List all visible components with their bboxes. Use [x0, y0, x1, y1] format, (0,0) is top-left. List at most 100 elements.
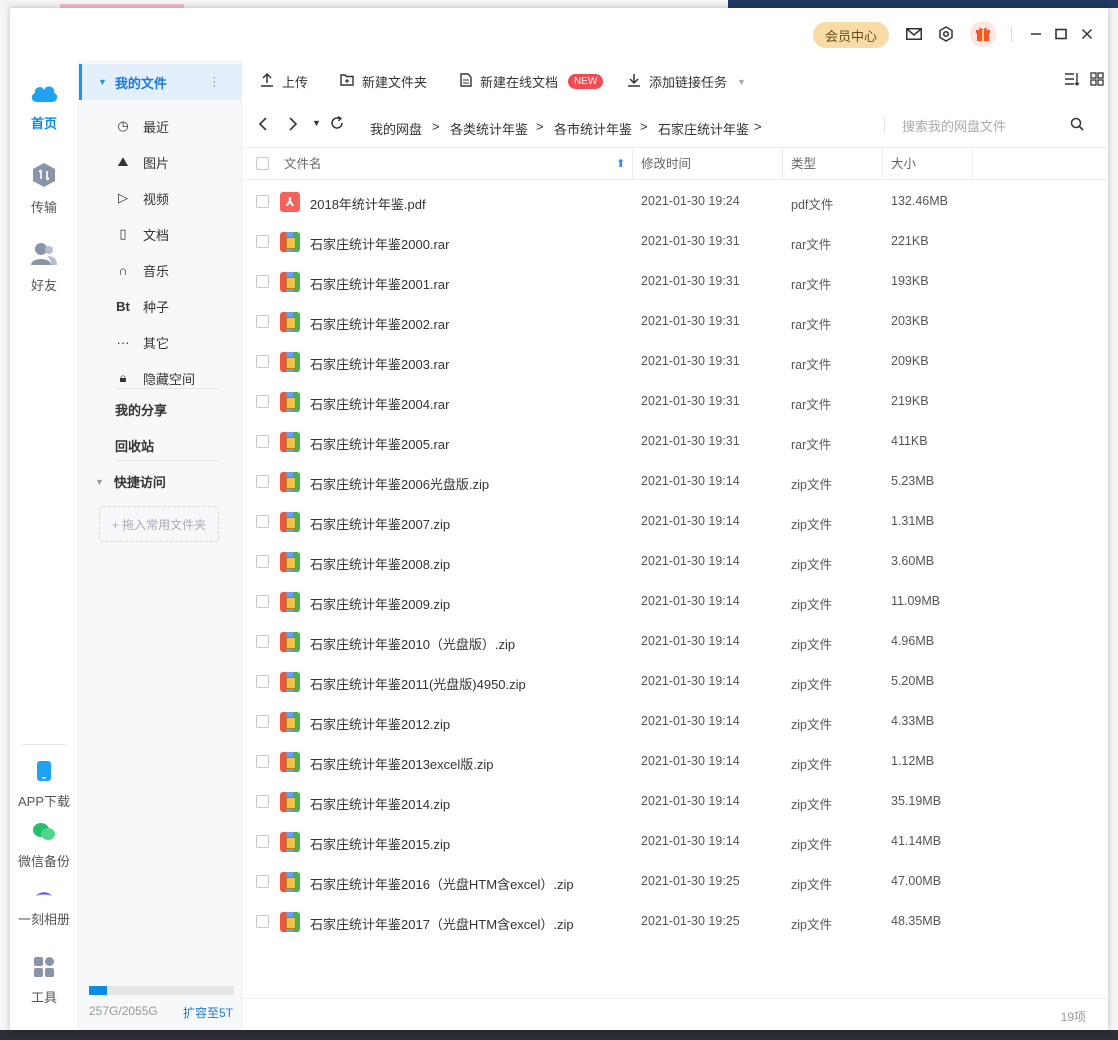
sort-ascending-icon[interactable]: ⬆	[616, 148, 625, 180]
breadcrumb-item[interactable]: 各类统计年鉴	[450, 119, 528, 138]
file-name[interactable]: 石家庄统计年鉴2012.zip	[310, 714, 450, 733]
column-header-size[interactable]: 大小	[891, 148, 916, 180]
row-checkbox[interactable]	[256, 835, 269, 848]
row-checkbox[interactable]	[256, 235, 269, 248]
row-checkbox[interactable]	[256, 795, 269, 808]
row-checkbox[interactable]	[256, 875, 269, 888]
file-name[interactable]: 石家庄统计年鉴2011(光盘版)4950.zip	[310, 674, 526, 693]
file-name[interactable]: 石家庄统计年鉴2014.zip	[310, 794, 450, 813]
new-folder-button[interactable]: 新建文件夹	[340, 72, 427, 91]
rail-friends[interactable]: 好友	[10, 242, 78, 294]
row-checkbox[interactable]	[256, 195, 269, 208]
breadcrumb-item[interactable]: 我的网盘	[370, 119, 422, 138]
table-row[interactable]: 石家庄统计年鉴2002.rar 2021-01-30 19:31 rar文件 203K…	[242, 302, 1108, 342]
search-input[interactable]	[902, 116, 1062, 136]
row-checkbox[interactable]	[256, 395, 269, 408]
sidebar-my-files[interactable]: ▼ 我的文件 ⋮	[79, 64, 243, 100]
gift-icon[interactable]	[970, 21, 996, 47]
sidebar-my-share[interactable]: 我的分享	[115, 400, 167, 419]
file-name[interactable]: 石家庄统计年鉴2005.rar	[310, 434, 449, 453]
row-checkbox[interactable]	[256, 755, 269, 768]
file-name[interactable]: 石家庄统计年鉴2015.zip	[310, 834, 450, 853]
file-name[interactable]: 石家庄统计年鉴2002.rar	[310, 314, 449, 333]
row-checkbox[interactable]	[256, 635, 269, 648]
more-vertical-icon[interactable]: ⋮	[208, 74, 221, 90]
sidebar-item-5[interactable]: Bt 种子	[79, 288, 243, 324]
column-header-modified[interactable]: 修改时间	[641, 148, 691, 180]
rail-app-download[interactable]: APP下载	[10, 760, 78, 810]
sidebar-recycle-bin[interactable]: 回收站	[115, 436, 154, 455]
history-dropdown-icon[interactable]: ▼	[312, 118, 321, 128]
settings-icon[interactable]	[935, 23, 957, 45]
add-link-task-button[interactable]: 添加链接任务 ▼	[627, 72, 746, 91]
table-row[interactable]: 石家庄统计年鉴2015.zip 2021-01-30 19:14 zip文件 41.1…	[242, 822, 1108, 862]
drop-folder-zone[interactable]: + 拖入常用文件夹	[99, 506, 219, 542]
table-row[interactable]: 石家庄统计年鉴2011(光盘版)4950.zip 2021-01-30 19:14…	[242, 662, 1108, 702]
sidebar-item-2[interactable]: ▷ 视频	[79, 180, 243, 216]
column-divider[interactable]	[782, 148, 783, 180]
table-row[interactable]: 石家庄统计年鉴2016（光盘HTM含excel）.zip 2021-01-30 1…	[242, 862, 1108, 902]
grid-view-icon[interactable]	[1090, 72, 1104, 89]
breadcrumb-item[interactable]: 各市统计年鉴	[554, 119, 632, 138]
breadcrumb-item[interactable]: 石家庄统计年鉴	[658, 119, 749, 138]
file-name[interactable]: 石家庄统计年鉴2001.rar	[310, 274, 449, 293]
search-icon[interactable]	[1070, 117, 1084, 134]
file-name[interactable]: 石家庄统计年鉴2010（光盘版）.zip	[310, 634, 515, 653]
table-row[interactable]: 石家庄统计年鉴2017（光盘HTM含excel）.zip 2021-01-30 1…	[242, 902, 1108, 942]
file-name[interactable]: 石家庄统计年鉴2004.rar	[310, 394, 449, 413]
table-row[interactable]: 石家庄统计年鉴2001.rar 2021-01-30 19:31 rar文件 193K…	[242, 262, 1108, 302]
table-row[interactable]: 石家庄统计年鉴2000.rar 2021-01-30 19:31 rar文件 221K…	[242, 222, 1108, 262]
mail-icon[interactable]	[903, 23, 925, 45]
vip-center-button[interactable]: 会员中心	[813, 22, 889, 48]
table-row[interactable]: 石家庄统计年鉴2010（光盘版）.zip 2021-01-30 19:14 zip文…	[242, 622, 1108, 662]
file-name[interactable]: 石家庄统计年鉴2007.zip	[310, 514, 450, 533]
row-checkbox[interactable]	[256, 595, 269, 608]
rail-wechat-backup[interactable]: 微信备份	[10, 822, 78, 870]
dropdown-caret-icon[interactable]: ▼	[737, 77, 746, 87]
file-name[interactable]: 石家庄统计年鉴2008.zip	[310, 554, 450, 573]
sidebar-quick-access[interactable]: ▼ 快捷访问	[95, 472, 166, 491]
table-row[interactable]: ⅄ 2018年统计年鉴.pdf 2021-01-30 19:24 pdf文件 132.4…	[242, 182, 1108, 222]
file-name[interactable]: 石家庄统计年鉴2016（光盘HTM含excel）.zip	[310, 874, 574, 893]
upload-button[interactable]: 上传	[260, 72, 308, 91]
sidebar-item-1[interactable]: ⛰ 图片	[79, 144, 243, 180]
row-checkbox[interactable]	[256, 315, 269, 328]
table-row[interactable]: 石家庄统计年鉴2009.zip 2021-01-30 19:14 zip文件 11.0…	[242, 582, 1108, 622]
table-row[interactable]: 石家庄统计年鉴2005.rar 2021-01-30 19:31 rar文件 411K…	[242, 422, 1108, 462]
table-row[interactable]: 石家庄统计年鉴2004.rar 2021-01-30 19:31 rar文件 219K…	[242, 382, 1108, 422]
row-checkbox[interactable]	[256, 555, 269, 568]
sidebar-item-4[interactable]: ∩ 音乐	[79, 252, 243, 288]
forward-arrow-icon[interactable]	[288, 116, 298, 137]
sidebar-item-7[interactable]: 🔒︎ 隐藏空间	[79, 360, 243, 396]
close-icon[interactable]	[1076, 23, 1098, 45]
upgrade-storage-link[interactable]: 扩容至5T	[183, 1004, 233, 1021]
table-row[interactable]: 石家庄统计年鉴2006光盘版.zip 2021-01-30 19:14 zip文件 5…	[242, 462, 1108, 502]
file-name[interactable]: 石家庄统计年鉴2009.zip	[310, 594, 450, 613]
column-divider[interactable]	[972, 148, 973, 180]
row-checkbox[interactable]	[256, 355, 269, 368]
minimize-icon[interactable]	[1025, 23, 1047, 45]
file-name[interactable]: 石家庄统计年鉴2006光盘版.zip	[310, 474, 489, 493]
sidebar-item-0[interactable]: ◷ 最近	[79, 108, 243, 144]
rail-home[interactable]: 首页	[10, 82, 78, 132]
table-row[interactable]: 石家庄统计年鉴2012.zip 2021-01-30 19:14 zip文件 4.33…	[242, 702, 1108, 742]
file-name[interactable]: 石家庄统计年鉴2003.rar	[310, 354, 449, 373]
table-row[interactable]: 石家庄统计年鉴2003.rar 2021-01-30 19:31 rar文件 209K…	[242, 342, 1108, 382]
column-header-name[interactable]: 文件名	[284, 148, 322, 180]
sidebar-item-3[interactable]: ▯ 文档	[79, 216, 243, 252]
row-checkbox[interactable]	[256, 435, 269, 448]
table-row[interactable]: 石家庄统计年鉴2007.zip 2021-01-30 19:14 zip文件 1.31…	[242, 502, 1108, 542]
column-divider[interactable]	[882, 148, 883, 180]
row-checkbox[interactable]	[256, 475, 269, 488]
rail-moment-album[interactable]: 一刻相册	[10, 888, 78, 928]
maximize-icon[interactable]	[1050, 23, 1072, 45]
table-row[interactable]: 石家庄统计年鉴2014.zip 2021-01-30 19:14 zip文件 35.1…	[242, 782, 1108, 822]
rail-tools[interactable]: 工具	[10, 956, 78, 1006]
file-name[interactable]: 石家庄统计年鉴2017（光盘HTM含excel）.zip	[310, 914, 574, 933]
file-name[interactable]: 石家庄统计年鉴2000.rar	[310, 234, 449, 253]
file-name[interactable]: 石家庄统计年鉴2013excel版.zip	[310, 754, 494, 773]
row-checkbox[interactable]	[256, 915, 269, 928]
refresh-icon[interactable]	[330, 115, 344, 135]
row-checkbox[interactable]	[256, 275, 269, 288]
table-row[interactable]: 石家庄统计年鉴2013excel版.zip 2021-01-30 19:14 zip…	[242, 742, 1108, 782]
